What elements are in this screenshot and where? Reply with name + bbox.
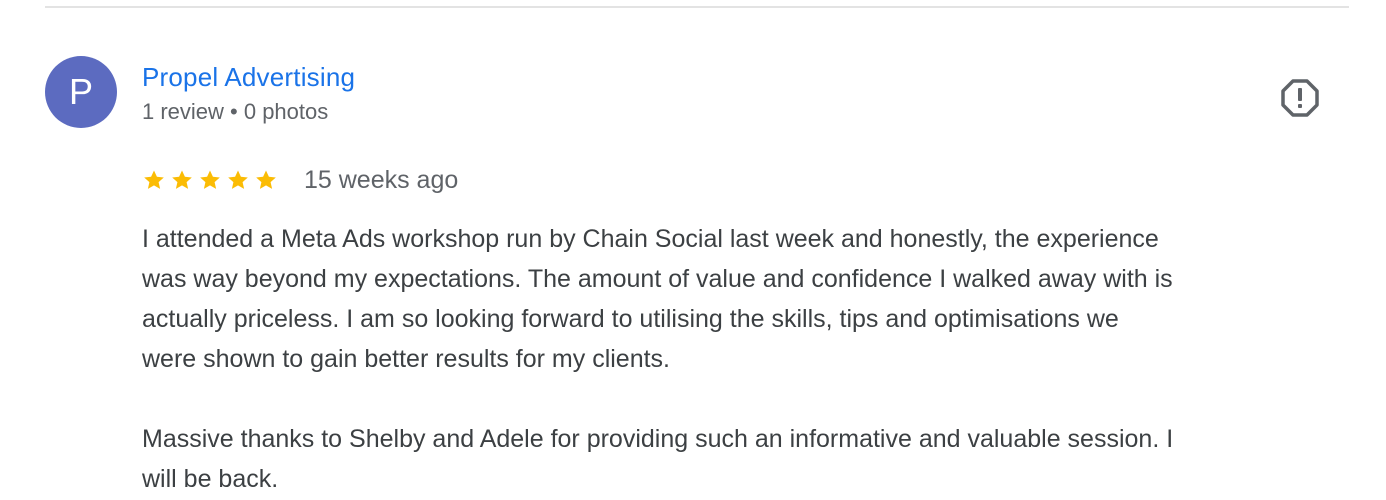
report-icon[interactable]	[1279, 77, 1321, 119]
star-icon	[200, 170, 220, 189]
star-rating	[142, 168, 278, 192]
star-icon	[172, 170, 192, 189]
author-name-link[interactable]: Propel Advertising	[142, 60, 355, 94]
rating-row: 15 weeks ago	[142, 163, 458, 197]
star-icon	[144, 170, 164, 189]
divider	[45, 6, 1349, 8]
star-icon	[228, 170, 248, 189]
author-meta: 1 review • 0 photos	[142, 99, 329, 124]
star-icon	[256, 170, 276, 189]
review-time: 15 weeks ago	[304, 165, 459, 194]
review-text: I attended a Meta Ads workshop run by Ch…	[142, 225, 1174, 493]
avatar[interactable]: P	[45, 56, 117, 128]
